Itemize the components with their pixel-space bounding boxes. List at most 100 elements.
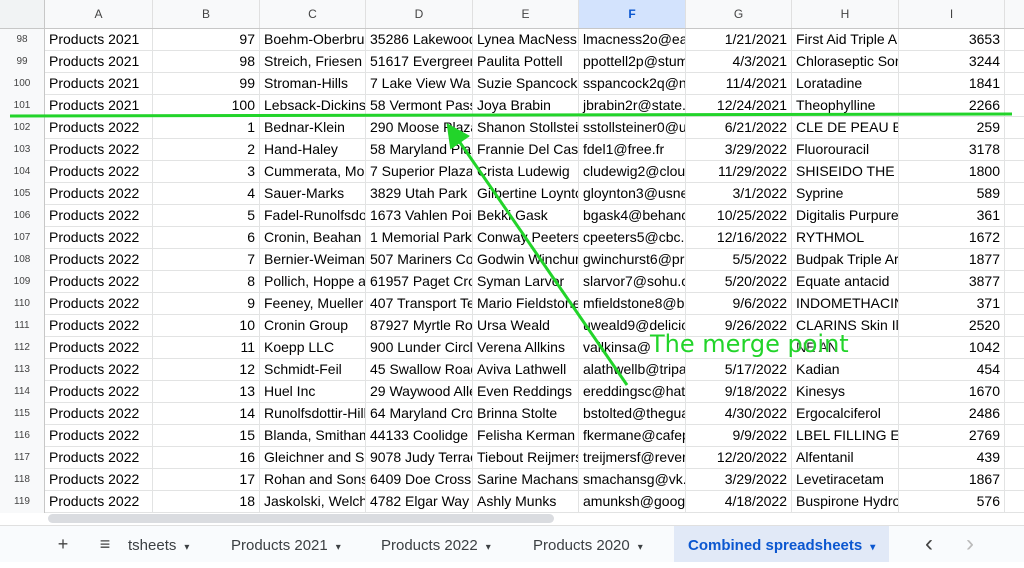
column-header-f[interactable]: F <box>579 0 686 28</box>
cell-f[interactable]: ereddingsc@hat <box>579 381 686 402</box>
cell-a[interactable]: Products 2021 <box>45 51 153 72</box>
cell-a[interactable]: Products 2022 <box>45 425 153 446</box>
cell-g[interactable]: 3/1/2022 <box>686 183 792 204</box>
scroll-tabs-left-button[interactable]: ‹ <box>914 526 944 562</box>
row-number[interactable]: 113 <box>0 359 45 381</box>
cell-h[interactable]: Kadian <box>792 359 899 380</box>
cell-c[interactable]: Cronin Group <box>260 315 366 336</box>
cell-f[interactable]: lmacness2o@ea <box>579 29 686 50</box>
cell-i[interactable]: 589 <box>899 183 1005 204</box>
cell-d[interactable]: 1673 Vahlen Poi <box>366 205 473 226</box>
cell-e[interactable]: Paulita Pottell <box>473 51 579 72</box>
cell-a[interactable]: Products 2022 <box>45 403 153 424</box>
cell-f[interactable]: bstolted@thegua <box>579 403 686 424</box>
cell-g[interactable]: 12/16/2022 <box>686 227 792 248</box>
column-header-a[interactable]: A <box>45 0 153 28</box>
cell-f[interactable]: fdel1@free.fr <box>579 139 686 160</box>
column-header-g[interactable]: G <box>686 0 792 28</box>
row-number[interactable]: 99 <box>0 51 45 73</box>
cell-i[interactable]: 3877 <box>899 271 1005 292</box>
scroll-tabs-right-button[interactable]: › <box>955 526 985 562</box>
cell-i[interactable]: 3178 <box>899 139 1005 160</box>
cell-e[interactable]: Bekki Gask <box>473 205 579 226</box>
cell-g[interactable]: 5/20/2022 <box>686 271 792 292</box>
cell-g[interactable]: 1/21/2021 <box>686 29 792 50</box>
cell-g[interactable]: 4/18/2022 <box>686 491 792 512</box>
cell-d[interactable]: 9078 Judy Terrace <box>366 447 473 468</box>
row-number[interactable]: 103 <box>0 139 45 161</box>
cell-i[interactable]: 1867 <box>899 469 1005 490</box>
cell-c[interactable]: Streich, Friesen <box>260 51 366 72</box>
cell-i[interactable]: 1877 <box>899 249 1005 270</box>
cell-c[interactable]: Pollich, Hoppe a <box>260 271 366 292</box>
cell-a[interactable]: Products 2022 <box>45 205 153 226</box>
cell-i[interactable]: 1800 <box>899 161 1005 182</box>
cell-f[interactable]: sspancock2q@n <box>579 73 686 94</box>
row-number[interactable]: 107 <box>0 227 45 249</box>
cell-a[interactable]: Products 2022 <box>45 469 153 490</box>
cell-g[interactable]: 9/6/2022 <box>686 293 792 314</box>
row-number[interactable]: 104 <box>0 161 45 183</box>
cell-b[interactable]: 10 <box>153 315 260 336</box>
cell-f[interactable]: cpeeters5@cbc. <box>579 227 686 248</box>
cell-f[interactable]: fkermane@cafep <box>579 425 686 446</box>
cell-f[interactable]: alathwellb@tripa <box>579 359 686 380</box>
cell-f[interactable]: gloynton3@usne <box>579 183 686 204</box>
cell-b[interactable]: 9 <box>153 293 260 314</box>
cell-e[interactable]: Lynea MacNess <box>473 29 579 50</box>
cell-i[interactable]: 259 <box>899 117 1005 138</box>
cell-b[interactable]: 4 <box>153 183 260 204</box>
cell-g[interactable]: 9/9/2022 <box>686 425 792 446</box>
cell-b[interactable]: 14 <box>153 403 260 424</box>
cell-h[interactable]: Chloraseptic Sor <box>792 51 899 72</box>
cell-c[interactable]: Koepp LLC <box>260 337 366 358</box>
row-number[interactable]: 109 <box>0 271 45 293</box>
cell-a[interactable]: Products 2021 <box>45 73 153 94</box>
cell-e[interactable]: Brinna Stolte <box>473 403 579 424</box>
cell-e[interactable]: Shanon Stollsteimer <box>473 117 579 138</box>
row-number[interactable]: 106 <box>0 205 45 227</box>
cell-e[interactable]: Frannie Del Cas <box>473 139 579 160</box>
tab-products-2020[interactable]: Products 2020 ▾ <box>533 526 643 562</box>
cell-c[interactable]: Rohan and Sons <box>260 469 366 490</box>
cell-a[interactable]: Products 2022 <box>45 315 153 336</box>
cell-c[interactable]: Fadel-Runolfsdottir <box>260 205 366 226</box>
row-number[interactable]: 117 <box>0 447 45 469</box>
cell-c[interactable]: Boehm-Oberbrunner <box>260 29 366 50</box>
cell-h[interactable]: Fluorouracil <box>792 139 899 160</box>
cell-b[interactable]: 100 <box>153 95 260 116</box>
cell-c[interactable]: Runolfsdottir-Hill <box>260 403 366 424</box>
cell-d[interactable]: 507 Mariners Co <box>366 249 473 270</box>
cell-c[interactable]: Huel Inc <box>260 381 366 402</box>
cell-d[interactable]: 29 Waywood Alle <box>366 381 473 402</box>
cell-a[interactable]: Products 2022 <box>45 381 153 402</box>
cell-e[interactable]: Suzie Spancock <box>473 73 579 94</box>
cell-d[interactable]: 87927 Myrtle Ro <box>366 315 473 336</box>
row-number[interactable]: 101 <box>0 95 45 117</box>
cell-a[interactable]: Products 2022 <box>45 447 153 468</box>
row-number[interactable]: 118 <box>0 469 45 491</box>
cell-e[interactable]: Ashly Munks <box>473 491 579 512</box>
cell-g[interactable]: 12/20/2022 <box>686 447 792 468</box>
cell-e[interactable]: Aviva Lathwell <box>473 359 579 380</box>
cell-c[interactable]: Blanda, Smitham <box>260 425 366 446</box>
cell-f[interactable]: ppottell2p@stum <box>579 51 686 72</box>
cell-d[interactable]: 64 Maryland Cro <box>366 403 473 424</box>
cell-c[interactable]: Lebsack-Dickinson <box>260 95 366 116</box>
cell-h[interactable]: Syprine <box>792 183 899 204</box>
column-header-d[interactable]: D <box>366 0 473 28</box>
horizontal-scrollbar[interactable] <box>48 514 554 523</box>
cell-b[interactable]: 98 <box>153 51 260 72</box>
cell-a[interactable]: Products 2022 <box>45 117 153 138</box>
cell-f[interactable]: gwinchurst6@pr <box>579 249 686 270</box>
column-header-i[interactable]: I <box>899 0 1005 28</box>
cell-a[interactable]: Products 2022 <box>45 491 153 512</box>
cell-g[interactable]: 4/30/2022 <box>686 403 792 424</box>
cell-b[interactable]: 97 <box>153 29 260 50</box>
cell-c[interactable]: Cronin, Beahan <box>260 227 366 248</box>
cell-g[interactable]: 9/18/2022 <box>686 381 792 402</box>
cell-c[interactable]: Feeney, Mueller <box>260 293 366 314</box>
column-header-h[interactable]: H <box>792 0 899 28</box>
row-number[interactable]: 119 <box>0 491 45 513</box>
cell-e[interactable]: Mario Fieldstone <box>473 293 579 314</box>
